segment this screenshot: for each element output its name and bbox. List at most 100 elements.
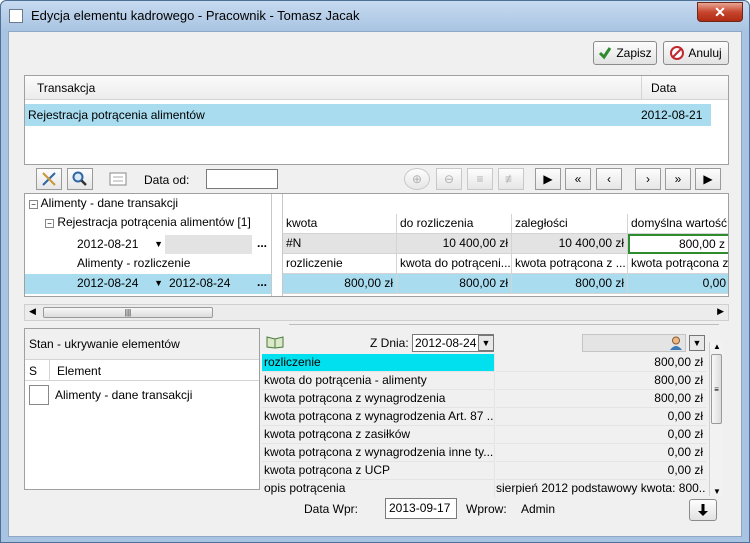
prop-label: kwota do potrącenia - alimenty: [262, 372, 495, 390]
child-date-combo[interactable]: 2012-08-21 ▼: [73, 235, 165, 254]
entry-date-field[interactable]: 2013-09-17: [385, 498, 457, 519]
tree-child[interactable]: − Rejestracja potrącenia alimentów [1]: [45, 215, 251, 229]
grid-r4c4[interactable]: 0,00: [628, 274, 728, 294]
save-button[interactable]: Zapisz: [593, 41, 657, 65]
prop-value[interactable]: sierpień 2012 podstawowy kwota: 800...: [496, 480, 706, 498]
entered-by-value: Admin: [521, 502, 556, 516]
state-header: S Element: [25, 359, 259, 382]
last-button[interactable]: ▶: [695, 168, 721, 190]
grid-r4c3[interactable]: 800,00 zł: [512, 274, 628, 294]
prop-value[interactable]: 0,00 zł: [496, 444, 706, 462]
download-button[interactable]: [689, 499, 717, 521]
plus-icon: ⊕: [411, 172, 423, 186]
transaction-name: Rejestracja potrącenia alimentów: [28, 108, 205, 122]
prop-row[interactable]: kwota potrącona z wynagrodzenia Art. 87 …: [262, 408, 716, 426]
calendar-button[interactable]: [105, 168, 131, 190]
grid-r1c1[interactable]: kwota: [283, 214, 397, 234]
prop-row[interactable]: opis potrącenia sierpień 2012 podstawowy…: [262, 480, 716, 498]
scroll-left-icon[interactable]: ◀: [29, 306, 36, 317]
collapse-icon[interactable]: −: [29, 200, 38, 209]
prop-value[interactable]: 800,00 zł: [496, 390, 706, 408]
search-button[interactable]: [67, 168, 93, 190]
sub-date2[interactable]: 2012-08-24: [165, 274, 253, 294]
chevron-down-icon: ▼: [154, 278, 163, 288]
first-button[interactable]: ▶: [535, 168, 561, 190]
props-date-value: 2012-08-24: [415, 336, 477, 350]
tree-grid[interactable]: − Alimenty - dane transakcji − Rejestrac…: [24, 193, 729, 297]
header-element[interactable]: Element: [57, 364, 101, 378]
scroll-right-icon[interactable]: ▶: [717, 306, 724, 317]
transactions-list[interactable]: Transakcja Data Rejestracja potrącenia a…: [24, 75, 729, 165]
prop-row[interactable]: kwota potrącona z wynagrodzenia inne ty.…: [262, 444, 716, 462]
prop-row[interactable]: kwota potrącona z zasiłków 0,00 zł: [262, 426, 716, 444]
state-checkbox[interactable]: [29, 385, 49, 405]
grid-r3c3[interactable]: kwota potrącona z ...: [512, 254, 628, 274]
sub-ellipsis-button[interactable]: ...: [253, 274, 271, 294]
prop-row[interactable]: kwota potrącona z UCP 0,00 zł: [262, 462, 716, 480]
grid-r2c3[interactable]: 10 400,00 zł: [512, 234, 628, 254]
header-date[interactable]: Data: [651, 81, 676, 95]
tools-button[interactable]: [36, 168, 62, 190]
prev-button[interactable]: ‹: [596, 168, 622, 190]
sub-date1-combo[interactable]: 2012-08-24 ▼: [69, 274, 165, 294]
user-icon: [670, 336, 682, 350]
grid-r4c2[interactable]: 800,00 zł: [397, 274, 512, 294]
grid-r3c4[interactable]: kwota potrącona z ...: [628, 254, 728, 274]
grid-r1c4[interactable]: domyślna wartość ...: [628, 214, 728, 234]
date-from-input[interactable]: [206, 169, 278, 189]
chevron-down-icon[interactable]: ▼: [478, 335, 494, 351]
grid-r2c4[interactable]: 800,00 z: [628, 234, 728, 254]
page-forward-button[interactable]: »: [665, 168, 691, 190]
scroll-thumb[interactable]: |||: [43, 307, 213, 318]
tree-child-label: Rejestracja potrącenia alimentów [1]: [57, 215, 251, 229]
prop-row[interactable]: kwota potrącona z wynagrodzenia 800,00 z…: [262, 390, 716, 408]
page-back-button[interactable]: «: [565, 168, 591, 190]
add-button[interactable]: ⊕: [404, 168, 430, 190]
prop-value[interactable]: 0,00 zł: [496, 426, 706, 444]
tree-sub[interactable]: Alimenty - rozliczenie: [77, 256, 190, 270]
prop-value[interactable]: 800,00 zł: [496, 372, 706, 390]
prop-row[interactable]: rozliczenie 800,00 zł: [262, 354, 716, 372]
header-transaction[interactable]: Transakcja: [37, 81, 95, 95]
grid-r2c2[interactable]: 10 400,00 zł: [397, 234, 512, 254]
props-vertical-scrollbar[interactable]: ▲ ≡ ▼: [709, 342, 723, 496]
scroll-thumb[interactable]: ≡: [711, 354, 722, 424]
prop-row[interactable]: kwota do potrącenia - alimenty 800,00 zł: [262, 372, 716, 390]
grid-r3c2[interactable]: kwota do potrąceni...: [397, 254, 512, 274]
grid-r4c1[interactable]: 800,00 zł: [283, 274, 397, 294]
prop-value[interactable]: 0,00 zł: [496, 462, 706, 480]
scroll-up-icon[interactable]: ▲: [713, 342, 721, 351]
grid-r3c1[interactable]: rozliczenie: [283, 254, 397, 274]
child-ellipsis-button[interactable]: ...: [253, 235, 271, 254]
header-s[interactable]: S: [29, 364, 37, 378]
chevron-down-icon[interactable]: ▼: [689, 335, 705, 351]
state-panel-title: Stan - ukrywanie elementów: [29, 337, 180, 351]
prop-value[interactable]: 800,00 zł: [496, 354, 706, 372]
tree-root[interactable]: − Alimenty - dane transakcji: [29, 196, 178, 210]
user-filter[interactable]: [582, 334, 686, 352]
client-area: Zapisz Anuluj Transakcja Data Rejestracj…: [8, 31, 742, 537]
prop-value[interactable]: 0,00 zł: [496, 408, 706, 426]
collapse-icon[interactable]: −: [45, 219, 54, 228]
mark-button[interactable]: ≡: [467, 168, 493, 190]
prop-label: rozliczenie: [262, 354, 495, 372]
cancel-label: Anuluj: [688, 46, 722, 60]
scroll-down-icon[interactable]: ▼: [713, 487, 721, 496]
clear-mark-button[interactable]: ≢: [498, 168, 524, 190]
grid-r2c1[interactable]: #N: [283, 234, 397, 254]
transaction-row[interactable]: Rejestracja potrącenia alimentów 2012-08…: [25, 104, 711, 126]
remove-button[interactable]: ⊖: [436, 168, 462, 190]
grid-r1c3[interactable]: zaległości: [512, 214, 628, 234]
double-right-icon: »: [674, 172, 682, 186]
next-button[interactable]: ›: [635, 168, 661, 190]
grid-r1c2[interactable]: do rozliczenia: [397, 214, 512, 234]
child-date-value: 2012-08-21: [77, 237, 139, 251]
cancel-button[interactable]: Anuluj: [663, 41, 729, 65]
splitter[interactable]: [289, 324, 719, 330]
calendar-icon: [109, 172, 127, 186]
close-button[interactable]: ✕: [697, 2, 743, 22]
minus-icon: ⊖: [443, 172, 455, 186]
horizontal-scrollbar[interactable]: ◀ ||| ▶: [24, 304, 729, 321]
prop-label: kwota potrącona z wynagrodzenia inne ty.…: [262, 444, 495, 462]
title-bar[interactable]: Edycja elementu kadrowego - Pracownik - …: [1, 1, 749, 31]
